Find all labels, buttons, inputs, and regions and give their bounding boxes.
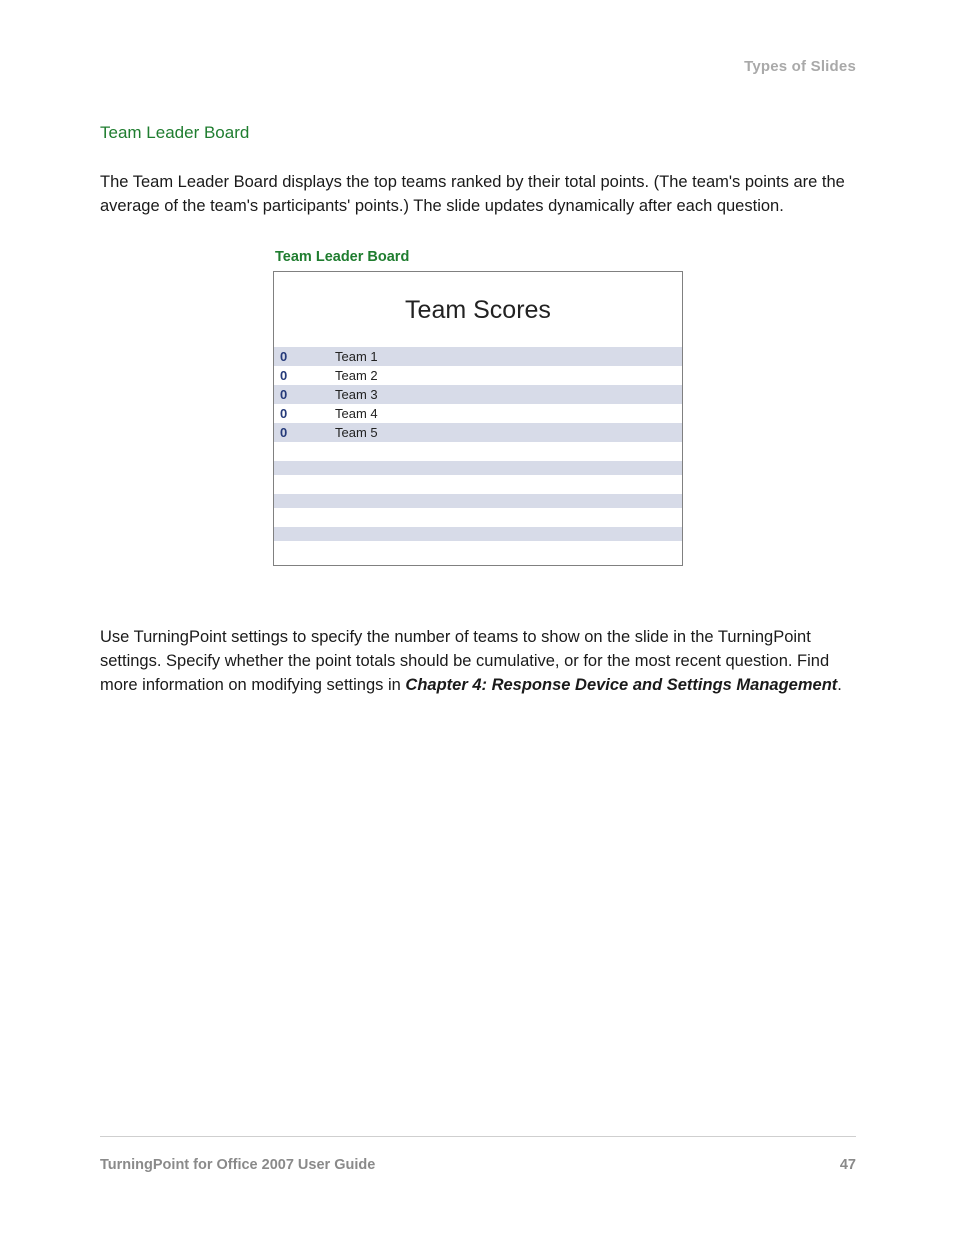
figure-box: Team Scores 0 Team 1 0 Team 2 0 Team 3 0… <box>273 271 683 566</box>
slide-title: Team Scores <box>274 272 682 347</box>
team-name: Team 5 <box>335 425 378 440</box>
section-heading: Team Leader Board <box>100 123 856 143</box>
empty-row <box>274 494 682 508</box>
score-cell: 0 <box>280 406 335 421</box>
empty-row <box>274 461 682 475</box>
team-name: Team 4 <box>335 406 378 421</box>
body-paragraph-2: Use TurningPoint settings to specify the… <box>100 626 856 698</box>
table-row: 0 Team 3 <box>274 385 682 404</box>
score-cell: 0 <box>280 368 335 383</box>
score-cell: 0 <box>280 387 335 402</box>
para2-post: . <box>837 676 842 694</box>
team-name: Team 1 <box>335 349 378 364</box>
team-name: Team 3 <box>335 387 378 402</box>
footer-doc-title: TurningPoint for Office 2007 User Guide <box>100 1157 375 1173</box>
body-paragraph-1: The Team Leader Board displays the top t… <box>100 171 856 219</box>
score-cell: 0 <box>280 349 335 364</box>
table-row: 0 Team 2 <box>274 366 682 385</box>
figure-caption: Team Leader Board <box>275 249 683 265</box>
empty-row <box>274 475 682 494</box>
table-row: 0 Team 4 <box>274 404 682 423</box>
chapter-reference: Chapter 4: Response Device and Settings … <box>405 676 837 694</box>
score-cell: 0 <box>280 425 335 440</box>
empty-row <box>274 508 682 527</box>
table-row: 0 Team 5 <box>274 423 682 442</box>
table-row: 0 Team 1 <box>274 347 682 366</box>
running-head: Types of Slides <box>100 58 856 75</box>
page-footer: TurningPoint for Office 2007 User Guide … <box>100 1136 856 1173</box>
team-name: Team 2 <box>335 368 378 383</box>
empty-row <box>274 527 682 541</box>
footer-page-number: 47 <box>840 1157 856 1173</box>
figure: Team Leader Board Team Scores 0 Team 1 0… <box>273 249 683 566</box>
empty-row <box>274 442 682 461</box>
empty-row <box>274 541 682 565</box>
